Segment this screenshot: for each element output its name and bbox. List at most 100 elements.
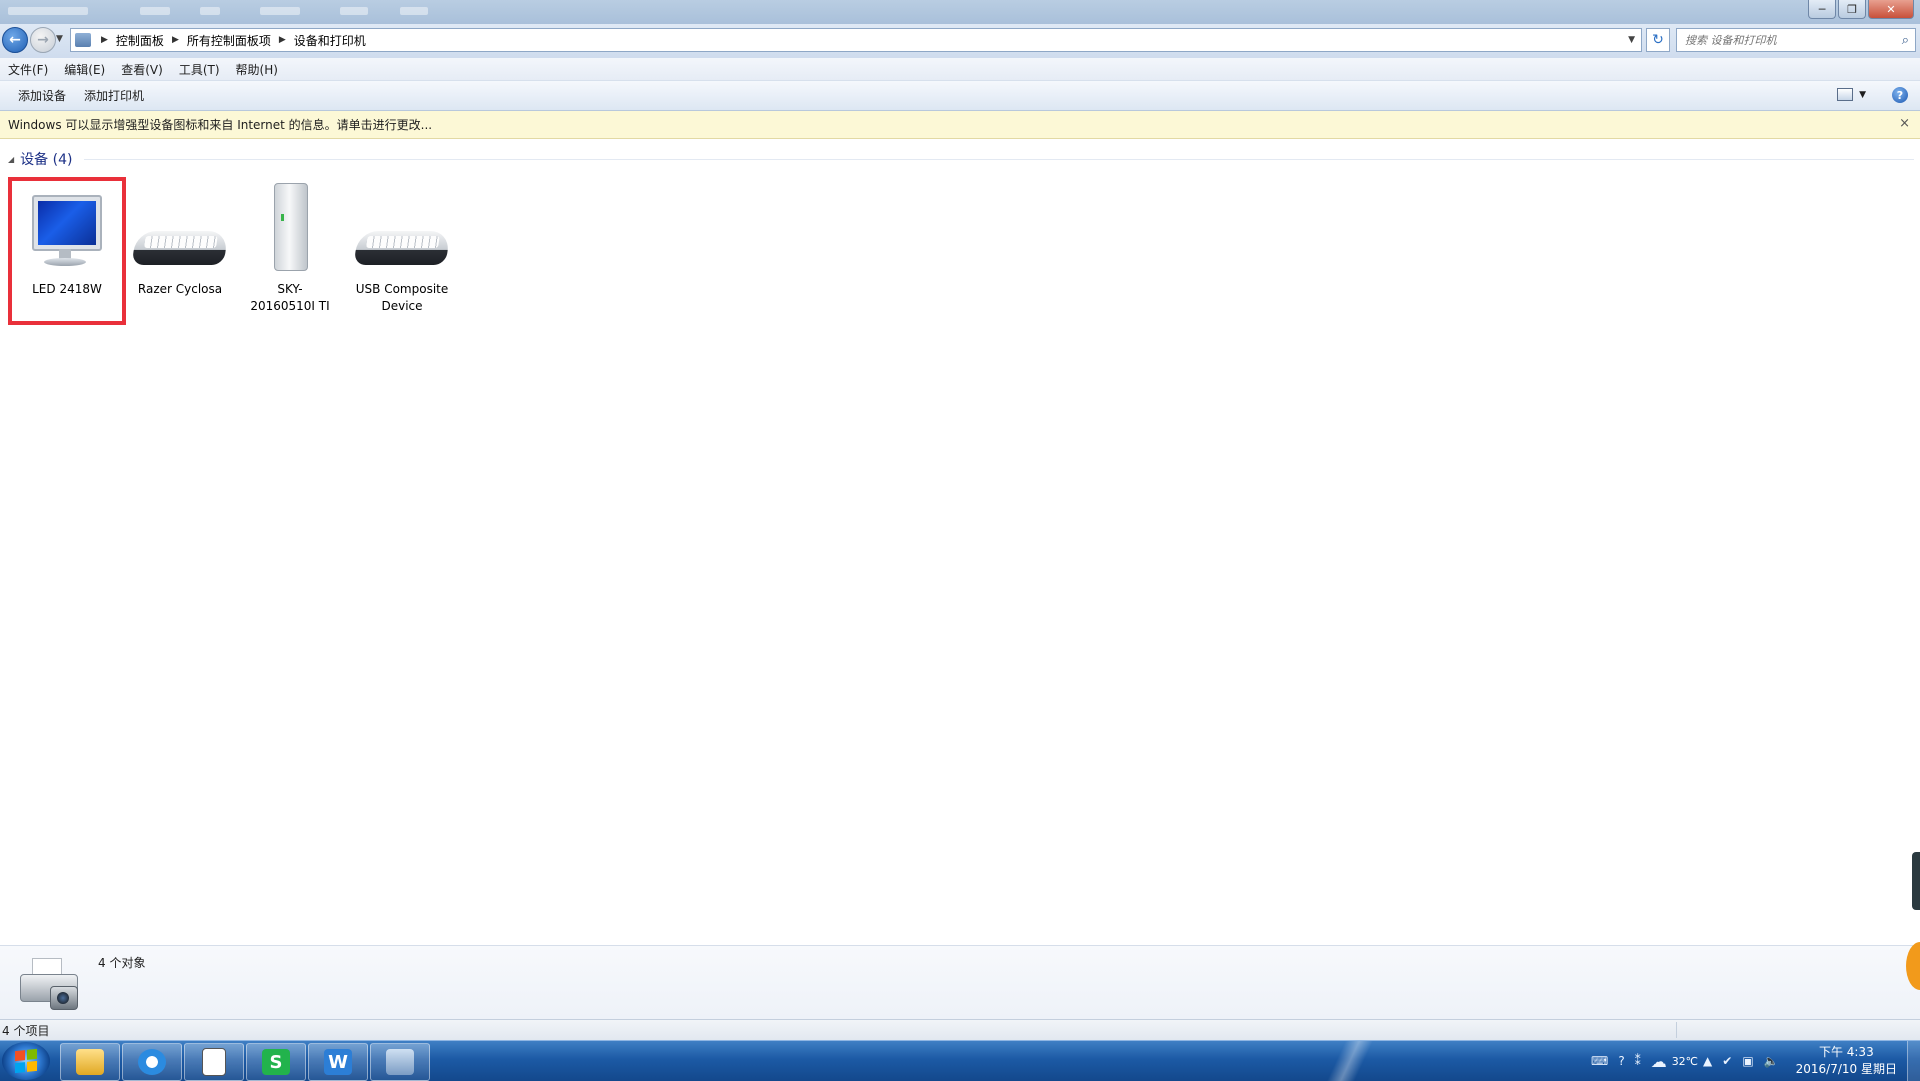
details-pane: 4 个对象 [0, 945, 1920, 1020]
menu-help[interactable]: 帮助(H) [228, 61, 286, 78]
status-divider [1676, 1022, 1677, 1038]
taskbar-wps-spreadsheet[interactable]: S [246, 1043, 306, 1081]
help-tray-icon[interactable]: ? [1618, 1054, 1624, 1068]
keyboard-tray-icon[interactable]: ⌨ [1591, 1054, 1608, 1068]
taskbar-control-panel[interactable] [370, 1043, 430, 1081]
add-printer-button[interactable]: 添加打印机 [76, 87, 154, 104]
clock-time: 下午 4:33 [1818, 1045, 1874, 1059]
keyboard-icon [350, 181, 454, 281]
device-led-2418w[interactable]: LED 2418W [8, 177, 126, 325]
control-panel-icon [386, 1049, 414, 1075]
device-label: SKY-20160510I TI [250, 282, 330, 313]
search-icon[interactable]: ⌕ [1902, 33, 1909, 48]
taskbar-file-explorer[interactable] [60, 1043, 120, 1081]
network-icon[interactable]: ▣ [1742, 1054, 1753, 1068]
back-arrow-icon: ← [9, 32, 21, 48]
change-view-button[interactable]: ▼ [1837, 88, 1866, 101]
blurred-title [8, 7, 88, 15]
address-row: ← → ▼ ▶ 控制面板 ▶ 所有控制面板项 ▶ 设备和打印机 ▼ ↻ ⌕ [0, 24, 1920, 58]
breadcrumb-separator[interactable]: ▶ [97, 35, 112, 45]
spreadsheet-icon: S [262, 1049, 290, 1075]
forward-arrow-icon: → [37, 32, 49, 48]
browser-icon [138, 1049, 166, 1075]
object-count: 4 个对象 [98, 956, 146, 970]
computer-tower-icon [238, 181, 342, 281]
refresh-button[interactable]: ↻ [1646, 28, 1670, 52]
breadcrumb-all-items[interactable]: 所有控制面板项 [183, 32, 275, 49]
item-count: 4 个项目 [2, 1023, 50, 1038]
search-input[interactable] [1683, 32, 1887, 48]
taskbar-glare [1290, 1041, 1410, 1081]
chevron-down-icon: ▼ [1859, 89, 1866, 100]
close-button[interactable]: ✕ [1868, 0, 1914, 19]
device-label: USB Composite Device [355, 282, 449, 313]
info-bar-message[interactable]: Windows 可以显示增强型设备图标和来自 Internet 的信息。请单击进… [0, 116, 432, 133]
notepad-icon [202, 1048, 226, 1076]
control-panel-icon [75, 33, 91, 47]
writer-icon: W [324, 1049, 352, 1075]
breadcrumb-separator[interactable]: ▶ [275, 35, 290, 45]
weather-temp[interactable]: 32℃ [1672, 1055, 1698, 1068]
clock-date: 2016/7/10 星期日 [1795, 1062, 1897, 1076]
blurred-tab [260, 7, 300, 15]
status-bar: 4 个项目 [0, 1019, 1920, 1040]
address-history-dropdown[interactable]: ▼ [1628, 35, 1635, 45]
cloud-icon[interactable]: ☁ [1651, 1052, 1667, 1071]
security-tray-icon[interactable]: ✔ [1722, 1054, 1732, 1068]
menu-bar: 文件(F) 编辑(E) 查看(V) 工具(T) 帮助(H) [0, 58, 1920, 81]
devices-group-title: 设备 (4) [20, 152, 73, 168]
collapse-triangle-icon[interactable]: ◢ [8, 155, 14, 164]
devices-group-header[interactable]: ◢ 设备 (4) [8, 149, 72, 169]
forward-button[interactable]: → [30, 27, 56, 53]
refresh-icon: ↻ [1652, 32, 1664, 48]
side-widget[interactable] [1912, 852, 1920, 910]
breadcrumb-separator[interactable]: ▶ [168, 35, 183, 45]
address-bar[interactable]: ▶ 控制面板 ▶ 所有控制面板项 ▶ 设备和打印机 ▼ [70, 28, 1642, 52]
minimize-button[interactable]: ─ [1808, 0, 1836, 19]
recent-pages-dropdown[interactable]: ▼ [56, 34, 63, 44]
system-tray: ⌨ ? ⁑ ☁ 32℃ ▲ ✔ ▣ 🔈 下午 4:33 2016/7/10 星期… [1586, 1041, 1920, 1081]
taskbar-browser[interactable] [122, 1043, 182, 1081]
blurred-tab [340, 7, 368, 15]
search-box[interactable]: ⌕ [1676, 28, 1916, 52]
keyboard-icon [128, 181, 232, 281]
help-icon[interactable]: ? [1892, 87, 1908, 103]
taskbar-notepad[interactable] [184, 1043, 244, 1081]
show-desktop-button[interactable] [1907, 1041, 1920, 1081]
info-bar-close-icon[interactable]: × [1899, 116, 1910, 131]
view-icon [1837, 88, 1854, 101]
folder-icon [76, 1049, 104, 1075]
clock[interactable]: 下午 4:33 2016/7/10 星期日 [1796, 1044, 1897, 1078]
device-sky-computer[interactable]: SKY-20160510I TI [238, 181, 342, 315]
blurred-tab [140, 7, 170, 15]
info-bar[interactable]: Windows 可以显示增强型设备图标和来自 Internet 的信息。请单击进… [0, 111, 1920, 139]
back-button[interactable]: ← [2, 27, 28, 53]
start-button[interactable] [2, 1042, 50, 1080]
breadcrumb-devices-printers[interactable]: 设备和打印机 [290, 32, 370, 49]
device-label: Razer Cyclosa [137, 282, 223, 296]
menu-view[interactable]: 查看(V) [113, 61, 171, 78]
window-controls: ─ ❐ ✕ [1806, 0, 1914, 19]
add-device-button[interactable]: 添加设备 [0, 87, 76, 104]
breadcrumb-control-panel[interactable]: 控制面板 [112, 32, 168, 49]
taskbar: S W ⌨ ? ⁑ ☁ 32℃ ▲ ✔ ▣ 🔈 下午 4:33 2016/7/1… [0, 1040, 1920, 1081]
blurred-tab [200, 7, 220, 15]
menu-tools[interactable]: 工具(T) [171, 61, 228, 78]
ime-tray-icon[interactable]: ⁑ [1635, 1054, 1641, 1068]
windows-logo-icon [15, 1048, 37, 1074]
group-divider [84, 159, 1914, 160]
device-razer-cyclosa[interactable]: Razer Cyclosa [128, 181, 232, 298]
show-hidden-icons[interactable]: ▲ [1703, 1054, 1712, 1068]
devices-printers-icon [18, 956, 80, 1010]
title-bar: ─ ❐ ✕ [0, 0, 1920, 24]
monitor-icon [12, 181, 122, 281]
menu-edit[interactable]: 编辑(E) [56, 61, 113, 78]
volume-icon[interactable]: 🔈 [1764, 1054, 1779, 1068]
menu-file[interactable]: 文件(F) [0, 61, 56, 78]
maximize-button[interactable]: ❐ [1838, 0, 1866, 19]
device-usb-composite[interactable]: USB Composite Device [350, 181, 454, 315]
command-bar: 添加设备 添加打印机 ▼ ? [0, 81, 1920, 111]
blurred-tab [400, 7, 428, 15]
taskbar-wps-writer[interactable]: W [308, 1043, 368, 1081]
device-list-pane: ◢ 设备 (4) LED 2418W Razer Cyclosa SKY-201… [0, 139, 1920, 945]
